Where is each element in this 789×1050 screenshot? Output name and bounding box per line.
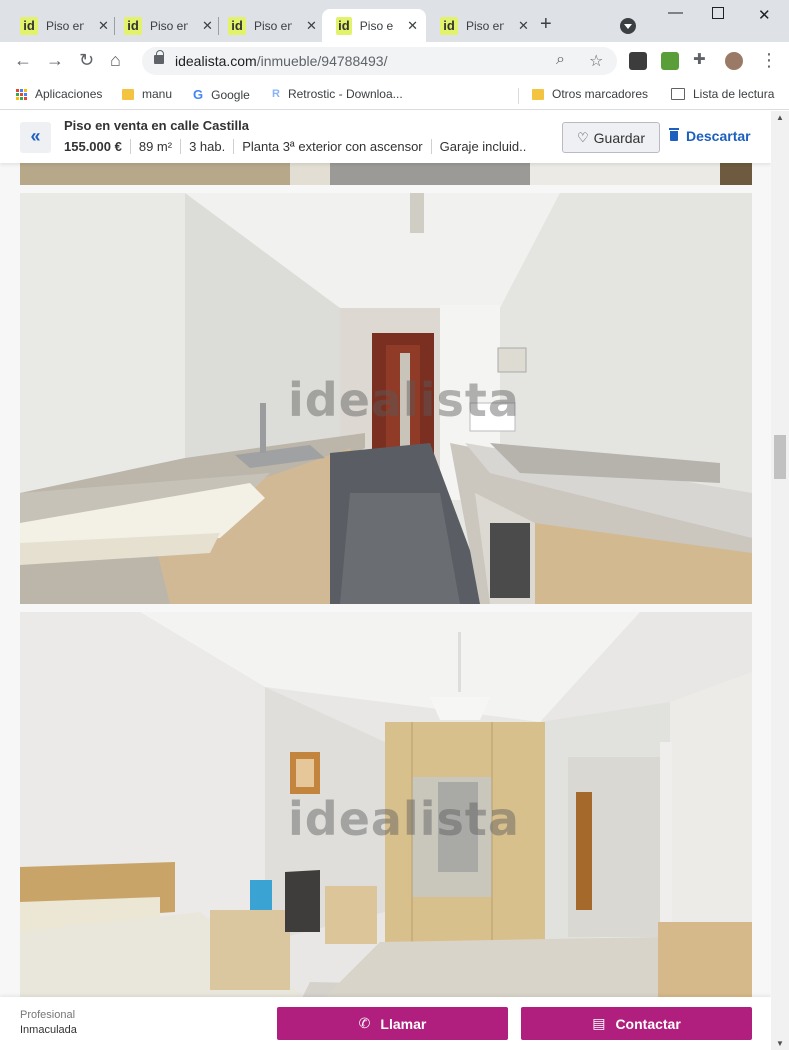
home-icon[interactable]: ⌂ [110, 50, 121, 70]
idealista-favicon-icon: id [336, 16, 352, 35]
google-icon: G [193, 87, 204, 102]
browser-tab-3[interactable]: id Piso en ✕ [214, 9, 325, 42]
new-tab-plus-icon[interactable]: + [540, 14, 552, 34]
listing-title: Piso en venta en calle Castilla [64, 118, 249, 133]
save-button-label: Guardar [593, 129, 645, 146]
extension-icon[interactable] [629, 52, 647, 70]
listing-sticky-header: « Piso en venta en calle Castilla 155.00… [0, 111, 771, 163]
scroll-up-arrow-icon[interactable]: ▲ [776, 113, 784, 122]
browser-tab-1[interactable]: id Piso en ✕ [6, 9, 117, 42]
tab-close-icon[interactable]: ✕ [407, 18, 418, 34]
watermark-text: idealista [288, 373, 520, 427]
folder-icon [532, 88, 544, 100]
listing-photo-previous[interactable] [20, 163, 752, 185]
reading-list-icon [671, 88, 685, 100]
tab-strip: id Piso en ✕ id Piso en ✕ id Piso en ✕ i… [0, 0, 789, 42]
tab-close-icon[interactable]: ✕ [518, 18, 529, 34]
trash-icon [669, 128, 679, 141]
browser-toolbar: ← → ↻ ⌂ idealista.com/inmueble/94788493/… [0, 42, 789, 80]
save-button[interactable]: ♡ Guardar [562, 122, 660, 153]
bookmark-other[interactable]: Otros marcadores [532, 87, 648, 101]
browser-tab-4-active[interactable]: id Piso en ✕ [322, 9, 426, 42]
listing-summary: 155.000 € 89 m² 3 hab. Planta 3ª exterio… [64, 139, 527, 154]
bookmark-apps[interactable]: Aplicaciones [16, 87, 102, 101]
call-button-label: Llamar [380, 1015, 427, 1032]
listing-garage: Garaje incluid... [430, 139, 527, 154]
maximize-icon[interactable] [712, 7, 724, 19]
window-close-icon[interactable]: ✕ [758, 6, 771, 24]
tab-title: Piso en [254, 18, 292, 33]
idealista-favicon-icon: id [20, 16, 38, 35]
url-host: idealista.com [175, 53, 257, 69]
retrostic-icon: R [272, 88, 280, 100]
tab-title: Piso en [359, 18, 394, 33]
chat-bubble-icon: ▤ [592, 1015, 606, 1031]
idealista-favicon-icon: id [440, 16, 458, 35]
forward-arrow-icon[interactable]: → [46, 50, 64, 70]
idealista-favicon-icon: id [124, 16, 142, 35]
contact-button-label: Contactar [615, 1015, 681, 1032]
scrollbar-thumb[interactable] [774, 435, 786, 479]
avatar[interactable] [725, 52, 743, 70]
bookmark-manu[interactable]: manu [122, 87, 172, 101]
bookmark-divider [518, 88, 519, 104]
listing-area: 89 m² [129, 139, 180, 154]
bookmark-retrostic[interactable]: R Retrostic - Downloa... [272, 87, 403, 101]
bookmark-label: Retrostic - Downloa... [287, 87, 403, 101]
watermark-text: idealista [288, 792, 520, 846]
reload-icon[interactable]: ↻ [79, 50, 94, 70]
bookmark-label: Otros marcadores [552, 87, 649, 101]
double-chevron-left-icon[interactable]: « [20, 122, 51, 153]
contact-button[interactable]: ▤ Contactar [521, 1007, 752, 1040]
idealista-favicon-icon: id [228, 16, 246, 35]
tab-close-icon[interactable]: ✕ [202, 18, 213, 34]
bookmark-label: manu [142, 87, 173, 101]
bookmark-reading-list[interactable]: Lista de lectura [671, 87, 774, 101]
advertiser-name: Inmaculada [20, 1024, 77, 1036]
discard-button-label: Descartar [686, 128, 751, 144]
bookmark-star-icon[interactable]: ☆ [589, 51, 603, 71]
bookmark-label: Aplicaciones [35, 87, 103, 101]
bookmarks-bar: Aplicaciones manu G Google R Retrostic -… [0, 80, 789, 110]
listing-photo-kitchen[interactable]: idealista [20, 193, 752, 604]
call-button[interactable]: ✆ Llamar [277, 1007, 508, 1040]
discard-button[interactable]: Descartar [669, 128, 751, 144]
back-arrow-icon[interactable]: ← [14, 50, 32, 70]
scroll-down-arrow-icon[interactable]: ▼ [776, 1039, 784, 1048]
tab-close-icon[interactable]: ✕ [98, 18, 109, 34]
page-scrollbar[interactable]: ▲ ▼ [771, 111, 789, 1050]
phone-icon: ✆ [358, 1015, 371, 1031]
apps-grid-icon [16, 88, 27, 100]
bookmark-label: Google [211, 87, 250, 102]
advertiser-type: Profesional [20, 1009, 76, 1021]
listing-floor: Planta 3ª exterior con ascensor [233, 139, 430, 154]
folder-icon [122, 88, 134, 100]
address-bar[interactable]: idealista.com/inmueble/94788493/ ⌕ ☆ [142, 47, 617, 75]
tab-title: Piso en [466, 18, 504, 33]
browser-tab-5[interactable]: id Piso en ✕ [426, 9, 537, 42]
tab-title: Piso en [46, 18, 84, 33]
listing-photo-bedroom[interactable]: idealista [20, 612, 752, 1002]
bookmark-label: Lista de lectura [693, 87, 775, 101]
zoom-icon[interactable]: ⌕ [556, 51, 565, 69]
browser-menu-icon[interactable]: ⋮ [760, 50, 778, 71]
contact-footer: Profesional Inmaculada ✆ Llamar ▤ Contac… [0, 997, 771, 1050]
lock-icon[interactable] [154, 50, 164, 64]
page-viewport: « Piso en venta en calle Castilla 155.00… [0, 111, 771, 1050]
bookmark-google[interactable]: G Google [193, 87, 250, 102]
listing-price: 155.000 € [64, 139, 122, 154]
url-path: /inmueble/94788493/ [256, 53, 388, 69]
photo-previous-image [20, 163, 752, 185]
tab-search-icon[interactable] [620, 18, 636, 34]
url-text: idealista.com/inmueble/94788493/ [175, 53, 387, 69]
tab-title: Piso en [150, 18, 188, 33]
listing-rooms: 3 hab. [180, 139, 233, 154]
browser-tab-2[interactable]: id Piso en ✕ [110, 9, 221, 42]
tab-close-icon[interactable]: ✕ [306, 18, 317, 34]
puzzle-icon[interactable]: ✚ [693, 50, 711, 68]
extension-icon[interactable] [661, 52, 679, 70]
minimize-icon[interactable]: — [668, 4, 683, 21]
heart-icon: ♡ [576, 129, 589, 145]
